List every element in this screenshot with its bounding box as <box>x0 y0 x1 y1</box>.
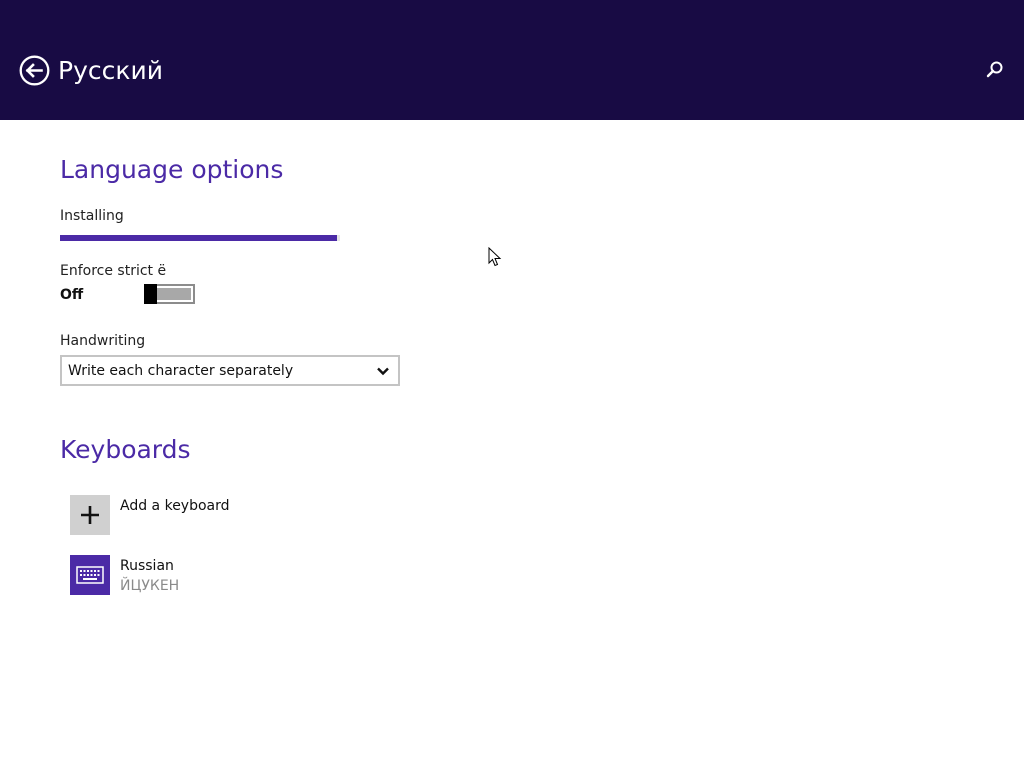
back-arrow-circle-icon[interactable] <box>19 55 50 86</box>
page-title: Русский <box>58 56 163 85</box>
install-status-label: Installing <box>60 208 124 224</box>
keyboard-tile[interactable] <box>70 555 110 595</box>
enforce-strict-toggle[interactable] <box>144 284 195 304</box>
mouse-cursor-icon <box>488 247 502 267</box>
enforce-strict-state: Off <box>60 287 84 303</box>
search-button[interactable] <box>985 60 1005 80</box>
keyboard-name: Russian <box>120 558 174 574</box>
handwriting-label: Handwriting <box>60 333 146 349</box>
app-header: Русский <box>0 0 1024 120</box>
chevron-down-icon <box>377 367 389 376</box>
keyboards-title: Keyboards <box>60 435 191 464</box>
keyboard-icon <box>76 566 104 584</box>
toggle-thumb[interactable] <box>144 284 157 304</box>
add-keyboard-button[interactable]: Add a keyboard <box>70 495 370 535</box>
add-keyboard-label: Add a keyboard <box>120 498 230 514</box>
keyboard-item-russian[interactable]: Russian ЙЦУКЕН <box>70 555 370 595</box>
install-progress-bar <box>60 235 340 241</box>
plus-icon <box>81 506 99 524</box>
language-options-title: Language options <box>60 155 284 184</box>
handwriting-select[interactable]: Write each character separately <box>60 355 400 386</box>
keyboard-layout: ЙЦУКЕН <box>120 578 180 594</box>
add-keyboard-tile[interactable] <box>70 495 110 535</box>
install-progress-fill <box>60 235 338 241</box>
search-icon[interactable] <box>985 60 1005 80</box>
handwriting-select-value: Write each character separately <box>68 363 294 379</box>
back-button[interactable] <box>19 55 50 86</box>
enforce-strict-label: Enforce strict ё <box>60 263 167 279</box>
